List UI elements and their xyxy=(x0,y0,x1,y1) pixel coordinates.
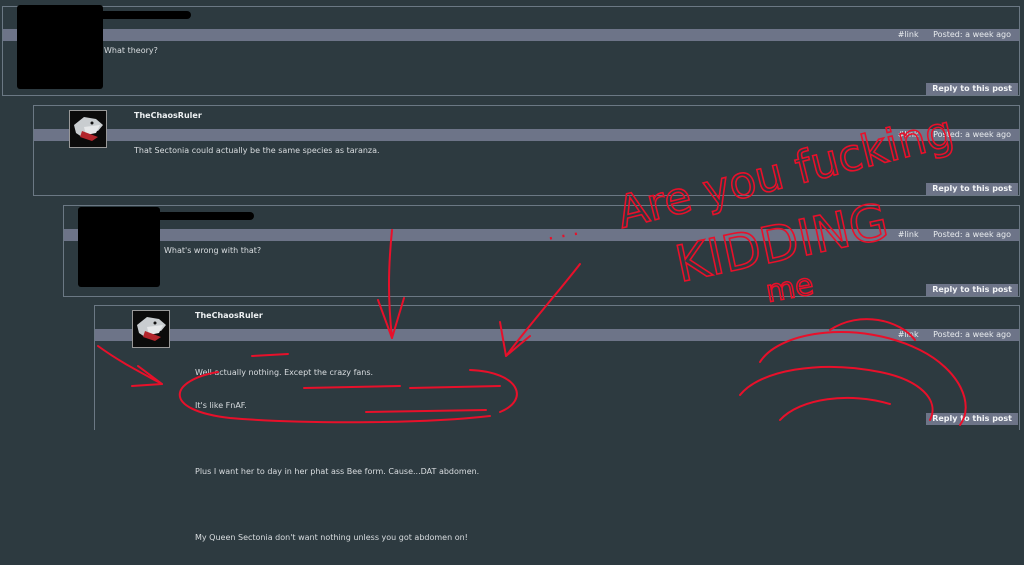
bar-left-segment xyxy=(64,229,78,241)
comment-post: #link Posted: a week ago What theory? Re… xyxy=(2,5,1020,96)
post-timestamp: Posted: a week ago xyxy=(933,330,1011,339)
redacted-avatar xyxy=(78,207,160,287)
post-header-bar: #link Posted: a week ago xyxy=(3,29,1019,41)
post-message: What's wrong with that? xyxy=(164,245,261,256)
permalink-link[interactable]: #link xyxy=(898,230,919,239)
redacted-username xyxy=(99,11,191,19)
bar-left-segment xyxy=(34,129,48,141)
post-header-bar: #link Posted: a week ago xyxy=(95,329,1019,341)
comment-post: #link Posted: a week ago What's wrong wi… xyxy=(63,205,1020,297)
comment-post: #link Posted: a week ago TheChaosRuler T… xyxy=(33,105,1020,196)
permalink-link[interactable]: #link xyxy=(898,130,919,139)
message-line: What's wrong with that? xyxy=(164,246,262,255)
bar-left-segment xyxy=(95,329,109,341)
username[interactable]: TheChaosRuler xyxy=(195,311,263,320)
post-message: What theory? xyxy=(104,45,158,56)
message-line: That Sectonia could actually be the same… xyxy=(134,146,380,155)
comment-post: #link Posted: a week ago TheChaosRuler W… xyxy=(94,305,1020,542)
reply-button[interactable]: Reply to this post xyxy=(926,83,1018,95)
redacted-username xyxy=(156,212,254,220)
reply-button[interactable]: Reply to this post xyxy=(926,284,1018,296)
message-line xyxy=(195,499,479,510)
username[interactable]: TheChaosRuler xyxy=(134,111,202,120)
message-line: Plus I want her to day in her phat ass B… xyxy=(195,467,480,476)
bar-left-segment xyxy=(3,29,17,41)
post-header-bar: #link Posted: a week ago xyxy=(64,229,1019,241)
wolf-avatar-icon xyxy=(70,111,106,147)
message-line xyxy=(195,433,479,444)
message-line: Well actually nothing. Except the crazy … xyxy=(195,368,374,377)
post-header-bar: #link Posted: a week ago xyxy=(34,129,1019,141)
post-timestamp: Posted: a week ago xyxy=(933,30,1011,39)
message-line: It's like FnAF. xyxy=(195,401,247,410)
message-line: My Queen Sectonia don't want nothing unl… xyxy=(195,533,468,542)
post-message: Well actually nothing. Except the crazy … xyxy=(195,345,479,565)
reply-button[interactable]: Reply to this post xyxy=(926,413,1018,425)
post-timestamp: Posted: a week ago xyxy=(933,230,1011,239)
permalink-link[interactable]: #link xyxy=(898,30,919,39)
redacted-avatar xyxy=(17,5,103,89)
avatar[interactable] xyxy=(132,310,170,348)
message-line: What theory? xyxy=(104,46,158,55)
permalink-link[interactable]: #link xyxy=(898,330,919,339)
post-timestamp: Posted: a week ago xyxy=(933,130,1011,139)
wolf-avatar-icon xyxy=(133,311,169,347)
avatar[interactable] xyxy=(69,110,107,148)
post-message: That Sectonia could actually be the same… xyxy=(134,145,380,156)
reply-button[interactable]: Reply to this post xyxy=(926,183,1018,195)
